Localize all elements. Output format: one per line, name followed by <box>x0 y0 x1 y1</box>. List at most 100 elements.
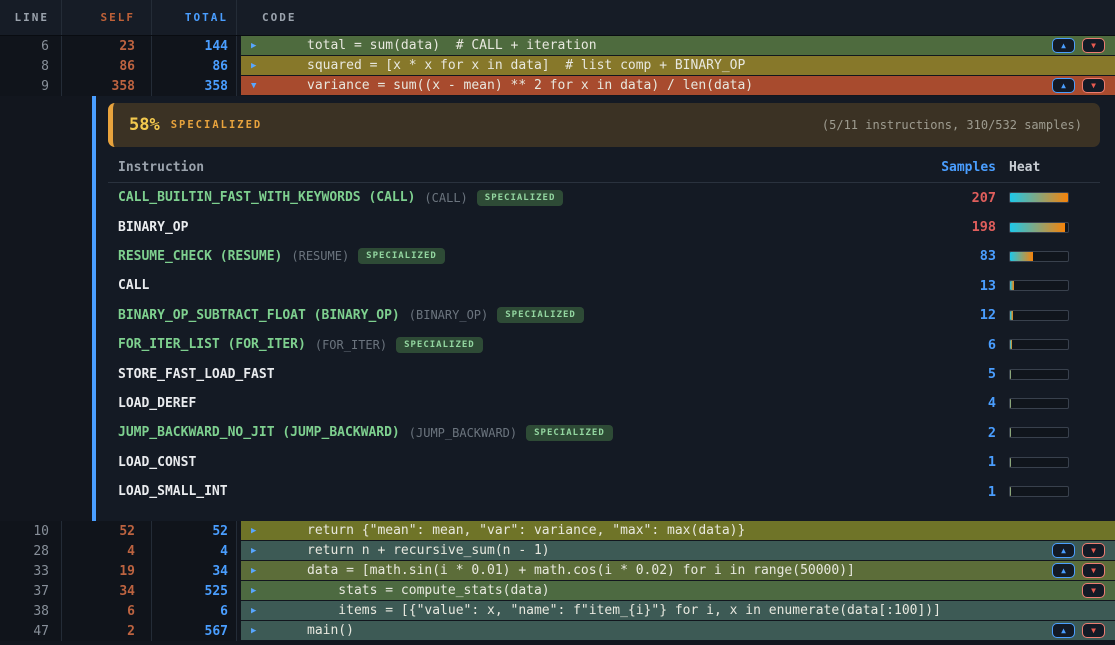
instruction-base-opcode: (CALL) <box>424 191 467 205</box>
code-cell[interactable]: ▶ main() ▲ ▼ <box>241 621 1115 640</box>
heat-bar-fill <box>1010 193 1068 202</box>
code-text: return {"mean": mean, "var": variance, "… <box>307 523 745 538</box>
profiler-window: LINE SELF TOTAL CODE 6 23 144 ▶ total = … <box>0 0 1115 645</box>
line-number: 28 <box>0 541 62 561</box>
column-header-instruction[interactable]: Instruction <box>118 160 916 175</box>
samples-value: 5 <box>916 366 996 382</box>
total-samples: 86 <box>152 56 237 76</box>
code-cell[interactable]: ▶ squared = [x * x for x in data] # list… <box>241 56 1115 75</box>
code-text: variance = sum((x - mean) ** 2 for x in … <box>307 78 753 93</box>
move-down-button[interactable]: ▼ <box>1082 623 1105 638</box>
expand-toggle-icon[interactable]: ▶ <box>241 566 265 576</box>
code-cell[interactable]: ▶ items = [{"value": x, "name": f"item_{… <box>241 601 1115 620</box>
line-number: 33 <box>0 561 62 581</box>
instruction-name: LOAD_SMALL_INT <box>118 484 228 499</box>
instruction-name: CALL_BUILTIN_FAST_WITH_KEYWORDS (CALL) <box>118 190 415 205</box>
samples-value: 207 <box>916 190 996 206</box>
table-row: 47 2 567 ▶ main() ▲ ▼ <box>0 621 1115 641</box>
expand-toggle-icon[interactable]: ▶ <box>241 626 265 636</box>
heat-bar <box>1009 369 1069 380</box>
table-header: LINE SELF TOTAL CODE <box>0 0 1115 36</box>
samples-value: 6 <box>916 337 996 353</box>
heat-bar <box>1009 398 1069 409</box>
instruction-row: LOAD_CONST 1 <box>96 448 1115 477</box>
total-samples: 52 <box>152 521 237 541</box>
move-down-button[interactable]: ▼ <box>1082 563 1105 578</box>
column-header-line[interactable]: LINE <box>0 0 62 35</box>
expand-toggle-icon[interactable]: ▶ <box>241 546 265 556</box>
total-samples: 34 <box>152 561 237 581</box>
move-down-button[interactable]: ▼ <box>1082 583 1105 598</box>
heat-bar <box>1009 280 1069 291</box>
heat-bar <box>1009 251 1069 262</box>
instruction-name: BINARY_OP <box>118 220 188 235</box>
instruction-row: RESUME_CHECK (RESUME) (RESUME) SPECIALIZ… <box>96 242 1115 271</box>
heat-bar <box>1009 486 1069 497</box>
expand-toggle-icon[interactable]: ▶ <box>241 41 265 51</box>
heat-bar-fill <box>1010 311 1013 320</box>
code-cell[interactable]: ▶ data = [math.sin(i * 0.01) + math.cos(… <box>241 561 1115 580</box>
column-header-samples[interactable]: Samples <box>916 160 996 175</box>
move-up-button[interactable]: ▲ <box>1052 38 1075 53</box>
specialized-percent: 58% <box>129 115 160 135</box>
move-up-button[interactable]: ▲ <box>1052 623 1075 638</box>
table-row: 6 23 144 ▶ total = sum(data) # CALL + it… <box>0 36 1115 56</box>
code-cell[interactable]: ▶ return n + recursive_sum(n - 1) ▲ ▼ <box>241 541 1115 560</box>
table-row: 10 52 52 ▶ return {"mean": mean, "var": … <box>0 521 1115 541</box>
move-down-button[interactable]: ▼ <box>1082 38 1105 53</box>
samples-value: 13 <box>916 278 996 294</box>
expand-toggle-icon[interactable]: ▶ <box>241 586 265 596</box>
move-up-button[interactable]: ▲ <box>1052 543 1075 558</box>
self-samples: 52 <box>62 521 152 541</box>
specialization-panel: 58% SPECIALIZED (5/11 instructions, 310/… <box>0 96 1115 521</box>
code-rows-above-panel: 6 23 144 ▶ total = sum(data) # CALL + it… <box>0 36 1115 96</box>
column-header-code[interactable]: CODE <box>241 11 1115 24</box>
code-cell[interactable]: ▶ stats = compute_stats(data) ▼ <box>241 581 1115 600</box>
code-cell[interactable]: ▼ variance = sum((x - mean) ** 2 for x i… <box>241 76 1115 95</box>
move-up-button[interactable]: ▲ <box>1052 78 1075 93</box>
table-row: 8 86 86 ▶ squared = [x * x for x in data… <box>0 56 1115 76</box>
specialized-badge: SPECIALIZED <box>396 337 483 353</box>
instruction-base-opcode: (BINARY_OP) <box>409 308 488 322</box>
instruction-row: CALL 13 <box>96 271 1115 300</box>
code-cell[interactable]: ▶ return {"mean": mean, "var": variance,… <box>241 521 1115 540</box>
heat-bar-fill <box>1010 252 1033 261</box>
table-row: 37 34 525 ▶ stats = compute_stats(data) … <box>0 581 1115 601</box>
column-header-heat[interactable]: Heat <box>1009 160 1069 175</box>
instruction-row: BINARY_OP 198 <box>96 212 1115 241</box>
total-samples: 567 <box>152 621 237 641</box>
move-down-button[interactable]: ▼ <box>1082 543 1105 558</box>
row-buttons: ▲ ▼ <box>1052 78 1115 93</box>
row-buttons: ▲ ▼ <box>1052 38 1115 53</box>
expand-toggle-icon[interactable]: ▶ <box>241 606 265 616</box>
code-cell[interactable]: ▶ total = sum(data) # CALL + iteration ▲… <box>241 36 1115 55</box>
specialized-badge: SPECIALIZED <box>497 307 584 323</box>
instruction-row: JUMP_BACKWARD_NO_JIT (JUMP_BACKWARD) (JU… <box>96 418 1115 447</box>
code-text: return n + recursive_sum(n - 1) <box>307 543 550 558</box>
instruction-row: CALL_BUILTIN_FAST_WITH_KEYWORDS (CALL) (… <box>96 183 1115 212</box>
expand-toggle-icon[interactable]: ▼ <box>241 81 265 91</box>
heat-bar-fill <box>1010 340 1012 349</box>
instruction-row: FOR_ITER_LIST (FOR_ITER) (FOR_ITER) SPEC… <box>96 330 1115 359</box>
instruction-name: JUMP_BACKWARD_NO_JIT (JUMP_BACKWARD) <box>118 425 400 440</box>
column-header-total[interactable]: TOTAL <box>152 0 237 35</box>
instruction-row: LOAD_DEREF 4 <box>96 389 1115 418</box>
instruction-name-group: RESUME_CHECK (RESUME) (RESUME) SPECIALIZ… <box>118 248 916 264</box>
samples-value: 4 <box>916 395 996 411</box>
expand-toggle-icon[interactable]: ▶ <box>241 526 265 536</box>
specialized-badge: SPECIALIZED <box>526 425 613 441</box>
instruction-name-group: LOAD_CONST <box>118 455 916 470</box>
heat-bar <box>1009 192 1069 203</box>
row-buttons: ▲ ▼ <box>1052 563 1115 578</box>
table-row: 33 19 34 ▶ data = [math.sin(i * 0.01) + … <box>0 561 1115 581</box>
total-samples: 525 <box>152 581 237 601</box>
instruction-name-group: CALL <box>118 278 916 293</box>
column-header-self[interactable]: SELF <box>62 0 152 35</box>
self-samples: 358 <box>62 76 152 96</box>
instruction-name: CALL <box>118 278 149 293</box>
move-up-button[interactable]: ▲ <box>1052 563 1075 578</box>
self-samples: 86 <box>62 56 152 76</box>
panel-body: 58% SPECIALIZED (5/11 instructions, 310/… <box>96 96 1115 521</box>
move-down-button[interactable]: ▼ <box>1082 78 1105 93</box>
expand-toggle-icon[interactable]: ▶ <box>241 61 265 71</box>
